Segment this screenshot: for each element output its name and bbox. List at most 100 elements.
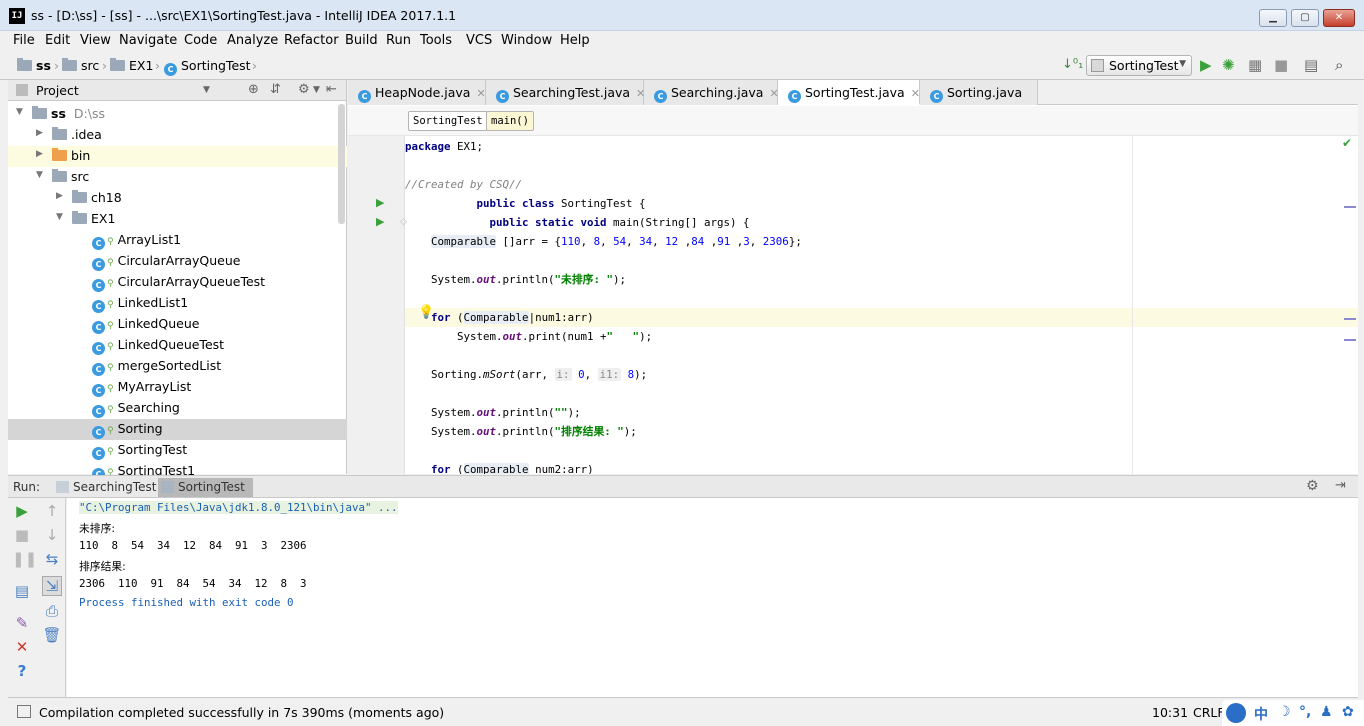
tab-heapnode[interactable]: C HeapNode.java ✕ <box>348 80 486 105</box>
tab-searching[interactable]: C Searching.java ✕ <box>644 80 779 105</box>
gear-icon[interactable]: ⚙ <box>1306 478 1319 494</box>
lightbulb-icon[interactable]: 💡 <box>418 305 434 320</box>
breadcrumb-class[interactable]: SortingTest <box>408 111 488 131</box>
tree-item-searching[interactable]: C ⚲ Searching <box>8 398 347 419</box>
rerun-icon[interactable]: ▶ <box>12 502 32 520</box>
close-tab-icon[interactable]: ✕ <box>476 87 485 100</box>
up-arrow-icon[interactable]: ↑ <box>42 502 62 520</box>
hide-panel-icon[interactable]: ⇥ <box>1335 478 1346 493</box>
menu-help[interactable]: Help <box>560 33 590 48</box>
breadcrumb-method[interactable]: main() <box>486 111 534 131</box>
debug-icon[interactable]: ✺ <box>1222 56 1235 74</box>
tab-sorting[interactable]: C Sorting.java <box>920 80 1038 105</box>
error-stripe-mark[interactable] <box>1344 318 1356 320</box>
tree-item-linkedqueue[interactable]: C ⚲ LinkedQueue <box>8 314 347 335</box>
run-configuration-select[interactable]: SortingTest ▼ <box>1086 55 1192 76</box>
menu-code[interactable]: Code <box>184 33 217 48</box>
menu-run[interactable]: Run <box>386 33 411 48</box>
ime-logo-icon[interactable] <box>1226 703 1246 723</box>
layout-icon[interactable]: ▤ <box>12 582 32 600</box>
run-class-gutter-icon[interactable]: ▶ <box>376 196 384 209</box>
run-console[interactable]: "C:\Program Files\Java\jdk1.8.0_121\bin\… <box>67 498 1358 697</box>
project-scrollbar[interactable] <box>338 104 345 224</box>
pin-icon[interactable]: ✎ <box>12 614 32 632</box>
tree-item-sorting[interactable]: C ⚲ Sorting <box>8 419 347 440</box>
tab-sortingtest[interactable]: C SortingTest.java ✕ <box>778 80 920 105</box>
tree-item-linkedlist1[interactable]: C ⚲ LinkedList1 <box>8 293 347 314</box>
menu-edit[interactable]: Edit <box>45 33 70 48</box>
chevron-down-icon[interactable]: ▼ <box>36 170 43 180</box>
tree-item-idea[interactable]: ▶ .idea <box>8 125 347 146</box>
tree-item-circulararrayqueue[interactable]: C ⚲ CircularArrayQueue <box>8 251 347 272</box>
menu-refactor[interactable]: Refactor <box>284 33 339 48</box>
scroll-to-end-icon[interactable]: ⇲ <box>42 576 62 596</box>
menu-navigate[interactable]: Navigate <box>119 33 177 48</box>
close-tab-icon[interactable]: ✕ <box>911 87 920 100</box>
stop-icon[interactable]: ■ <box>12 526 32 544</box>
menu-vcs[interactable]: VCS <box>466 33 492 48</box>
scroll-from-source-icon[interactable]: ⊕ <box>248 82 259 97</box>
chevron-down-icon[interactable]: ▼ <box>203 85 210 95</box>
tab-searchingtest[interactable]: C SearchingTest.java ✕ <box>486 80 645 105</box>
ime-language[interactable]: 中 <box>1254 704 1268 724</box>
search-icon[interactable]: ⌕ <box>1335 56 1343 74</box>
toggle-tool-windows-icon[interactable] <box>17 705 31 718</box>
close-icon[interactable]: ✕ <box>12 638 32 656</box>
crumb-ex1[interactable]: EX1 <box>110 58 153 73</box>
run-icon[interactable]: ▶ <box>1200 56 1212 74</box>
chevron-down-icon[interactable]: ▼ <box>16 107 23 117</box>
chevron-down-icon[interactable]: ▼ <box>313 85 320 95</box>
help-icon[interactable]: ? <box>12 662 32 680</box>
menu-tools[interactable]: Tools <box>420 33 452 48</box>
project-structure-icon[interactable]: ▤ <box>1304 56 1318 74</box>
tree-item-sortingtest[interactable]: C ⚲ SortingTest <box>8 440 347 461</box>
crumb-src[interactable]: src <box>62 58 99 73</box>
tree-item-ss[interactable]: ▼ ss D:\ss <box>8 104 347 125</box>
stop-icon[interactable]: ■ <box>1274 56 1288 74</box>
chevron-down-icon[interactable]: ▼ <box>56 212 63 222</box>
menu-file[interactable]: File <box>13 33 35 48</box>
menu-build[interactable]: Build <box>345 33 378 48</box>
project-view-select[interactable]: Project <box>36 83 79 98</box>
tree-item-ch18[interactable]: ▶ ch18 <box>8 188 347 209</box>
run-main-gutter-icon[interactable]: ▶ <box>376 215 384 228</box>
caret-position[interactable]: 10:31 <box>1152 705 1188 720</box>
collapse-all-icon[interactable]: ⇵ <box>270 82 281 97</box>
sort-icon[interactable]: ↓⁰₁ <box>1062 56 1083 74</box>
minimize-button[interactable]: ▁ <box>1259 9 1287 27</box>
tree-item-ex1[interactable]: ▼ EX1 <box>8 209 347 230</box>
error-stripe-mark[interactable] <box>1344 339 1356 341</box>
tree-item-linkedqueuetest[interactable]: C ⚲ LinkedQueueTest <box>8 335 347 356</box>
tree-item-arraylist1[interactable]: C ⚲ ArrayList1 <box>8 230 347 251</box>
trash-icon[interactable]: 🗑 <box>42 626 62 644</box>
maximize-button[interactable]: ▢ <box>1291 9 1319 27</box>
menu-view[interactable]: View <box>80 33 111 48</box>
chevron-right-icon[interactable]: ▶ <box>36 128 43 138</box>
tree-item-mergesortedlist[interactable]: C ⚲ mergeSortedList <box>8 356 347 377</box>
ime-moon-icon[interactable]: ☽ <box>1278 704 1291 720</box>
ime-punct-icon[interactable]: °, <box>1299 704 1311 720</box>
menu-window[interactable]: Window <box>501 33 552 48</box>
pause-icon[interactable]: ❚❚ <box>12 550 37 568</box>
line-separator[interactable]: CRLF <box>1193 705 1225 720</box>
ime-shirt-icon[interactable]: ✿ <box>1342 704 1354 720</box>
error-stripe-mark[interactable] <box>1344 206 1356 208</box>
chevron-right-icon[interactable]: ▶ <box>36 149 43 159</box>
print-icon[interactable]: ⎙ <box>42 602 62 620</box>
code-editor[interactable]: 1package EX1; 2 3//Created by CSQ// 4 pu… <box>405 136 1358 474</box>
menu-analyze[interactable]: Analyze <box>227 33 278 48</box>
tree-item-circulararrayqueuetest[interactable]: C ⚲ CircularArrayQueueTest <box>8 272 347 293</box>
close-window-button[interactable]: ✕ <box>1323 9 1355 27</box>
crumb-sortingtest[interactable]: C SortingTest <box>164 58 251 76</box>
tree-item-myarraylist[interactable]: C ⚲ MyArrayList <box>8 377 347 398</box>
gear-icon[interactable]: ⚙ <box>298 82 310 97</box>
hide-panel-icon[interactable]: ⇤ <box>326 82 337 97</box>
run-tab-searchingtest[interactable]: SearchingTest <box>53 478 164 497</box>
run-tab-sortingtest[interactable]: SortingTest <box>158 478 253 497</box>
coverage-icon[interactable]: ▦ <box>1248 56 1262 74</box>
soft-wrap-icon[interactable]: ⇆ <box>42 550 62 568</box>
intellij-app-icon[interactable]: IJ <box>9 8 25 24</box>
chevron-right-icon[interactable]: ▶ <box>56 191 63 201</box>
crumb-ss[interactable]: ss <box>17 58 51 73</box>
ime-person-icon[interactable]: ♟ <box>1320 704 1333 720</box>
